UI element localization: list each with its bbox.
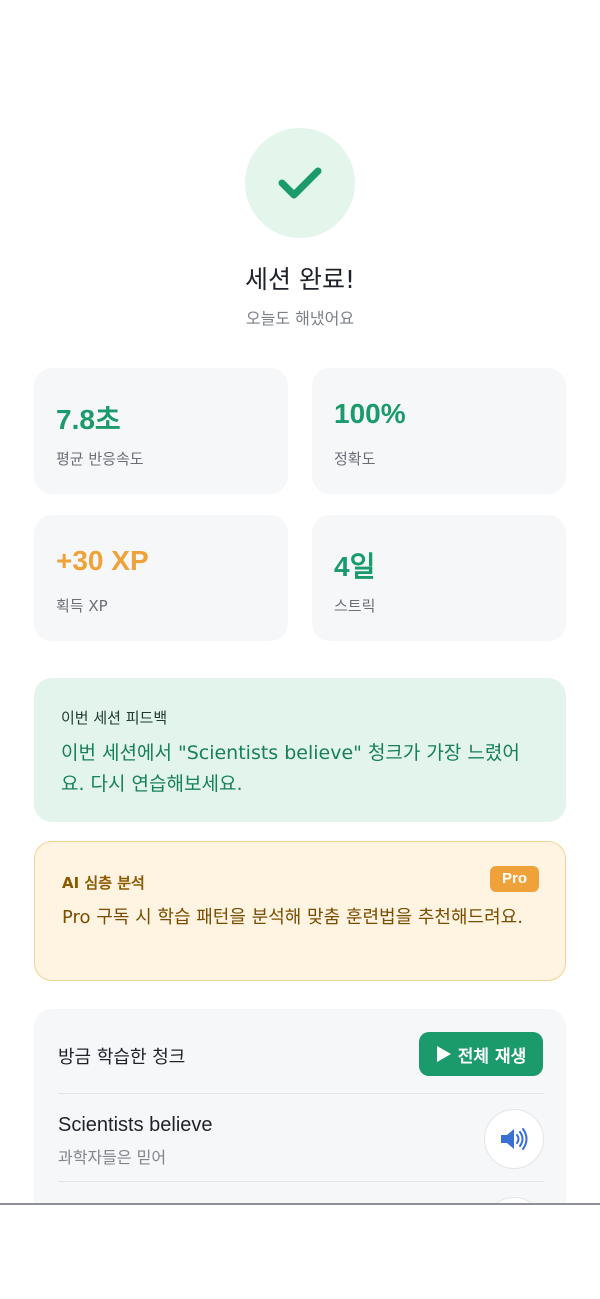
success-badge [245,128,355,238]
stat-label: 정확도 [334,450,376,468]
feedback-title: 이번 세션 피드백 [61,709,168,727]
play-all-button[interactable]: 전체 재생 [419,1032,543,1076]
stat-value: +30 XP [56,545,149,576]
stat-label: 스트릭 [334,597,376,615]
page-subtitle: 오늘도 해냈어요 [245,309,355,328]
bottom-area [0,1205,600,1299]
check-icon [278,167,322,199]
stat-value: 4일 [334,551,376,582]
stat-label: 평균 반응속도 [56,450,144,468]
stat-card-xp: +30 XP 획득 XP [34,515,288,641]
stat-card-streak: 4일 스트릭 [312,515,566,641]
play-chunk-button[interactable] [484,1109,544,1169]
stat-value: 100% [334,398,406,429]
learned-chunks-title: 방금 학습한 청크 [58,1047,186,1068]
chunk-korean: 과학자들은 믿어 [58,1148,167,1167]
feedback-card: 이번 세션 피드백 이번 세션에서 "Scientists believe" 청… [34,678,566,822]
play-all-label: 전체 재생 [457,1046,527,1067]
page-title: 세션 완료! [245,265,355,294]
speaker-icon [501,1128,528,1150]
stat-card-accuracy: 100% 정확도 [312,368,566,494]
stat-card-reaction-speed: 7.8초 평균 반응속도 [34,368,288,494]
ai-analysis-text: Pro 구독 시 학습 패턴을 분석해 맞춤 훈련법을 추천해드려요. [62,907,523,928]
feedback-text: 이번 세션에서 "Scientists believe" 청크가 가장 느렸어요… [61,742,520,795]
learned-chunks-card: 방금 학습한 청크 전체 재생 Scientists believe 과학자들은… [34,1009,566,1257]
stat-value: 7.8초 [56,404,121,435]
divider [58,1093,544,1094]
divider [58,1181,544,1182]
play-icon [436,1046,451,1062]
ai-analysis-card[interactable]: AI 심층 분석 Pro Pro 구독 시 학습 패턴을 분석해 맞춤 훈련법을… [34,841,566,981]
chunk-english: Scientists believe [58,1114,213,1136]
pro-badge: Pro [489,866,539,892]
stat-label: 획득 XP [56,597,108,615]
ai-analysis-title: AI 심층 분석 [62,874,145,892]
